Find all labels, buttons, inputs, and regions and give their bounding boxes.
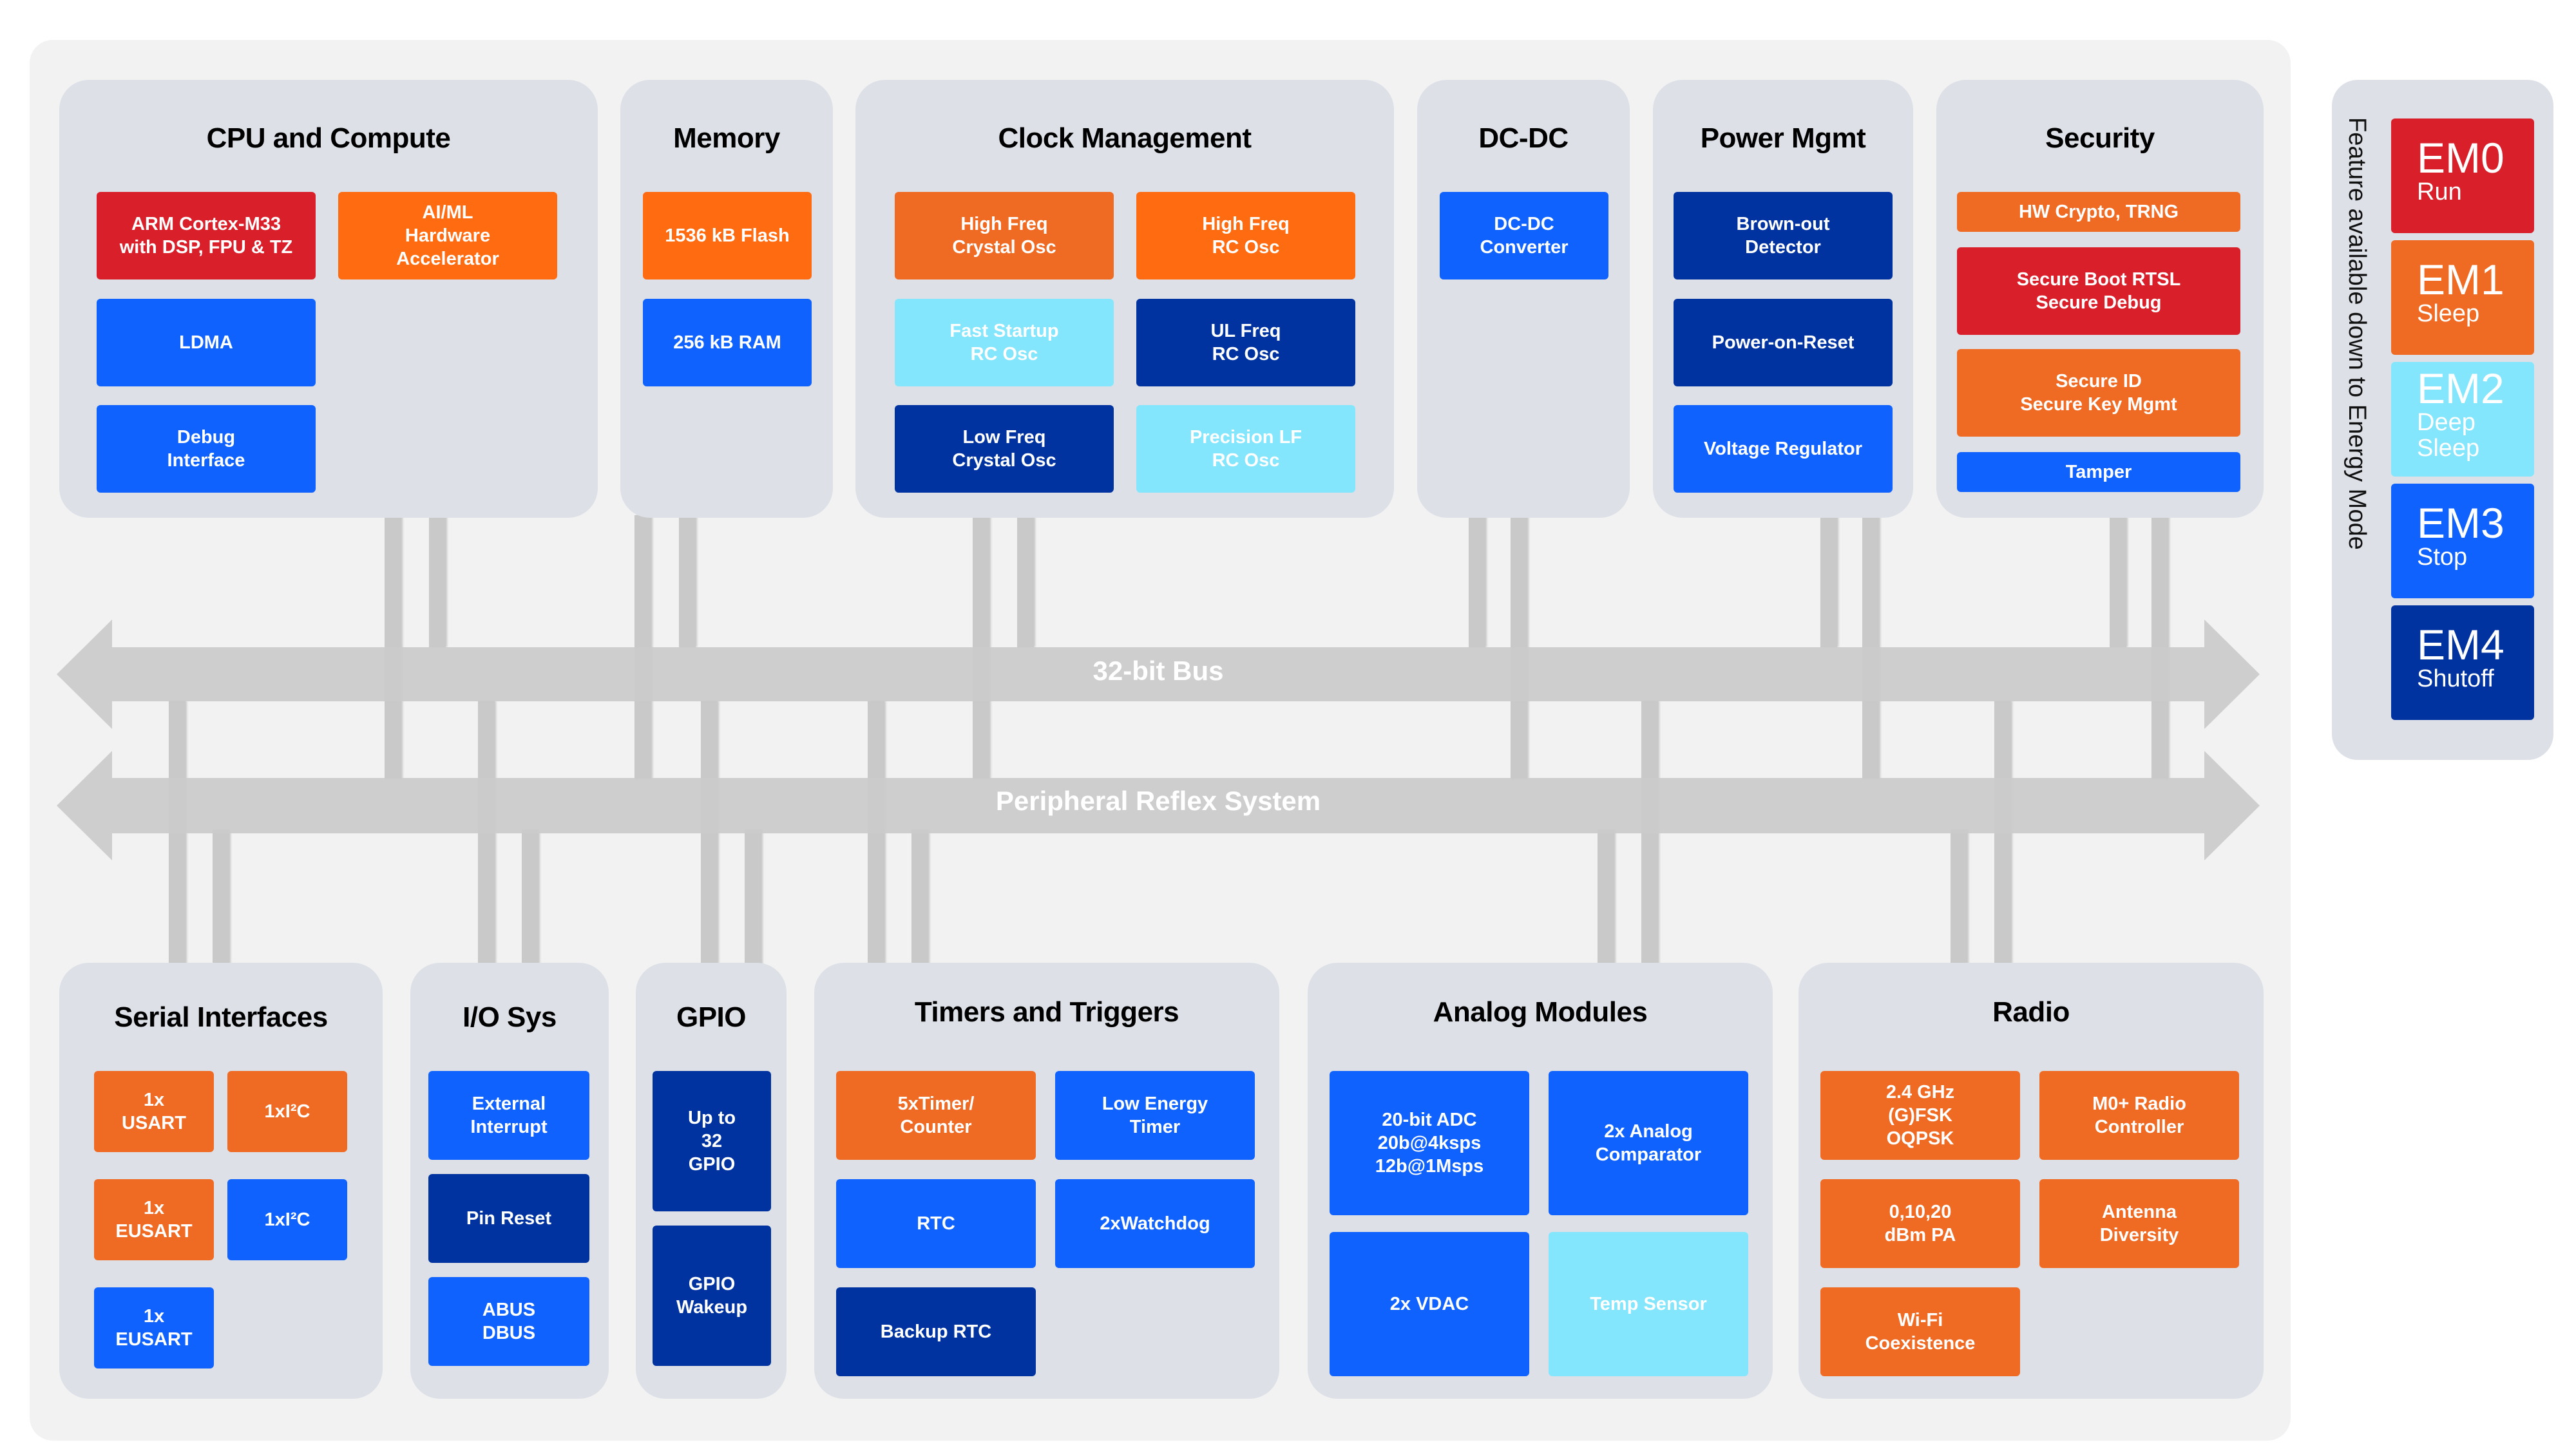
group-title: I/O Sys — [463, 1001, 557, 1033]
block-hw-crypto-trng[interactable]: HW Crypto, TRNG — [1957, 192, 2240, 232]
block-i2c-0[interactable]: 1xI²C — [227, 1071, 347, 1152]
block-eusart-1[interactable]: 1x EUSART — [94, 1287, 214, 1368]
block-voltage-regulator[interactable]: Voltage Regulator — [1674, 405, 1893, 493]
block-tamper[interactable]: Tamper — [1957, 452, 2240, 492]
block-dc-dc-converter[interactable]: DC-DC Converter — [1440, 192, 1608, 279]
group-title: Security — [2045, 122, 2155, 154]
block-backup-rtc[interactable]: Backup RTC — [836, 1287, 1036, 1376]
block-low-energy-timer[interactable]: Low Energy Timer — [1055, 1071, 1255, 1160]
group-analog-modules: Analog Modules 20-bit ADC 20b@4ksps 12b@… — [1308, 963, 1773, 1399]
group-power-mgmt: Power Mgmt Brown-out Detector Power-on-R… — [1653, 80, 1913, 518]
group-title: GPIO — [676, 1001, 747, 1033]
group-cpu-and-compute: CPU and Compute ARM Cortex-M33 with DSP,… — [59, 80, 598, 518]
block-vdac[interactable]: 2x VDAC — [1330, 1232, 1529, 1376]
em-name: Stop — [2417, 544, 2468, 571]
group-title: Analog Modules — [1433, 996, 1648, 1028]
group-title: Serial Interfaces — [114, 1001, 328, 1033]
group-title: Clock Management — [998, 122, 1252, 154]
em-code: EM3 — [2417, 499, 2504, 547]
block-ul-freq-rc-osc[interactable]: UL Freq RC Osc — [1136, 299, 1355, 386]
block-lf-crystal-osc[interactable]: Low Freq Crystal Osc — [895, 405, 1114, 493]
em-code: EM4 — [2417, 621, 2504, 668]
block-adc[interactable]: 20-bit ADC 20b@4ksps 12b@1Msps — [1330, 1071, 1529, 1215]
prs-bus-label: Peripheral Reflex System — [995, 786, 1321, 816]
block-m0-radio-controller[interactable]: M0+ Radio Controller — [2039, 1071, 2239, 1160]
block-gpio-wakeup[interactable]: GPIO Wakeup — [653, 1226, 771, 1366]
block-arm-cortex-m33[interactable]: ARM Cortex-M33 with DSP, FPU & TZ — [97, 192, 316, 279]
legend-em3: EM3 Stop — [2391, 484, 2534, 598]
group-serial-interfaces: Serial Interfaces 1x USART 1xI²C 1x EUSA… — [59, 963, 383, 1399]
block-ldma[interactable]: LDMA — [97, 299, 316, 386]
block-wifi-coexistence[interactable]: Wi-Fi Coexistence — [1820, 1287, 2020, 1376]
main-bus-label: 32-bit Bus — [1092, 656, 1224, 686]
block-secure-id[interactable]: Secure ID Secure Key Mgmt — [1957, 349, 2240, 437]
block-external-interrupt[interactable]: External Interrupt — [428, 1071, 589, 1160]
group-io-sys: I/O Sys External Interrupt Pin Reset ABU… — [410, 963, 609, 1399]
em-code: EM2 — [2417, 365, 2504, 412]
block-i2c-1[interactable]: 1xI²C — [227, 1179, 347, 1260]
block-brown-out-detector[interactable]: Brown-out Detector — [1674, 192, 1893, 279]
block-power-amplifier[interactable]: 0,10,20 dBm PA — [1820, 1179, 2020, 1268]
legend-em0: EM0 Run — [2391, 118, 2534, 233]
block-eusart-0[interactable]: 1x EUSART — [94, 1179, 214, 1260]
legend-caption: Feature available down to Energy Mode — [2343, 117, 2371, 568]
group-title: Power Mgmt — [1700, 122, 1866, 154]
block-2-4ghz-modulation[interactable]: 2.4 GHz (G)FSK OQPSK — [1820, 1071, 2020, 1160]
legend-caption-text: Feature available down to Energy Mode — [2343, 117, 2371, 550]
block-hf-crystal-osc[interactable]: High Freq Crystal Osc — [895, 192, 1114, 279]
group-title: CPU and Compute — [206, 122, 451, 154]
group-gpio: GPIO Up to 32 GPIO GPIO Wakeup — [636, 963, 787, 1399]
legend-em4: EM4 Shutoff — [2391, 605, 2534, 720]
group-title: Timers and Triggers — [914, 996, 1179, 1028]
block-timer-counter[interactable]: 5xTimer/ Counter — [836, 1071, 1036, 1160]
em-name: Shutoff — [2417, 665, 2494, 692]
block-abus-dbus[interactable]: ABUS DBUS — [428, 1277, 589, 1366]
block-flash[interactable]: 1536 kB Flash — [643, 192, 812, 279]
block-ai-ml-accelerator[interactable]: AI/ML Hardware Accelerator — [338, 192, 557, 279]
em-code: EM1 — [2417, 256, 2504, 303]
legend-em2: EM2 Deep Sleep — [2391, 362, 2534, 477]
em-name: Run — [2417, 178, 2462, 205]
group-radio: Radio 2.4 GHz (G)FSK OQPSK M0+ Radio Con… — [1798, 963, 2264, 1399]
block-debug-interface[interactable]: Debug Interface — [97, 405, 316, 493]
group-memory: Memory 1536 kB Flash 256 kB RAM — [620, 80, 833, 518]
block-up-to-32-gpio[interactable]: Up to 32 GPIO — [653, 1071, 771, 1211]
block-hf-rc-osc[interactable]: High Freq RC Osc — [1136, 192, 1355, 279]
group-title: DC-DC — [1478, 122, 1569, 154]
block-pin-reset[interactable]: Pin Reset — [428, 1174, 589, 1263]
group-timers-and-triggers: Timers and Triggers 5xTimer/ Counter Low… — [814, 963, 1279, 1399]
group-security: Security HW Crypto, TRNG Secure Boot RTS… — [1936, 80, 2264, 518]
block-watchdog[interactable]: 2xWatchdog — [1055, 1179, 1255, 1268]
block-analog-comparator[interactable]: 2x Analog Comparator — [1549, 1071, 1748, 1215]
legend-em1: EM1 Sleep — [2391, 240, 2534, 355]
block-power-on-reset[interactable]: Power-on-Reset — [1674, 299, 1893, 386]
block-ram[interactable]: 256 kB RAM — [643, 299, 812, 386]
group-title: Memory — [673, 122, 780, 154]
block-secure-boot[interactable]: Secure Boot RTSL Secure Debug — [1957, 247, 2240, 335]
block-usart[interactable]: 1x USART — [94, 1071, 214, 1152]
group-dc-dc: DC-DC DC-DC Converter — [1417, 80, 1630, 518]
block-antenna-diversity[interactable]: Antenna Diversity — [2039, 1179, 2239, 1268]
block-fast-startup-rc-osc[interactable]: Fast Startup RC Osc — [895, 299, 1114, 386]
group-title: Radio — [1992, 996, 2070, 1028]
em-name: Deep Sleep — [2417, 409, 2480, 462]
group-clock-management: Clock Management High Freq Crystal Osc H… — [855, 80, 1394, 518]
em-name: Sleep — [2417, 300, 2480, 327]
em-code: EM0 — [2417, 134, 2504, 182]
block-rtc[interactable]: RTC — [836, 1179, 1036, 1268]
block-precision-lf-rc-osc[interactable]: Precision LF RC Osc — [1136, 405, 1355, 493]
block-temp-sensor[interactable]: Temp Sensor — [1549, 1232, 1748, 1376]
